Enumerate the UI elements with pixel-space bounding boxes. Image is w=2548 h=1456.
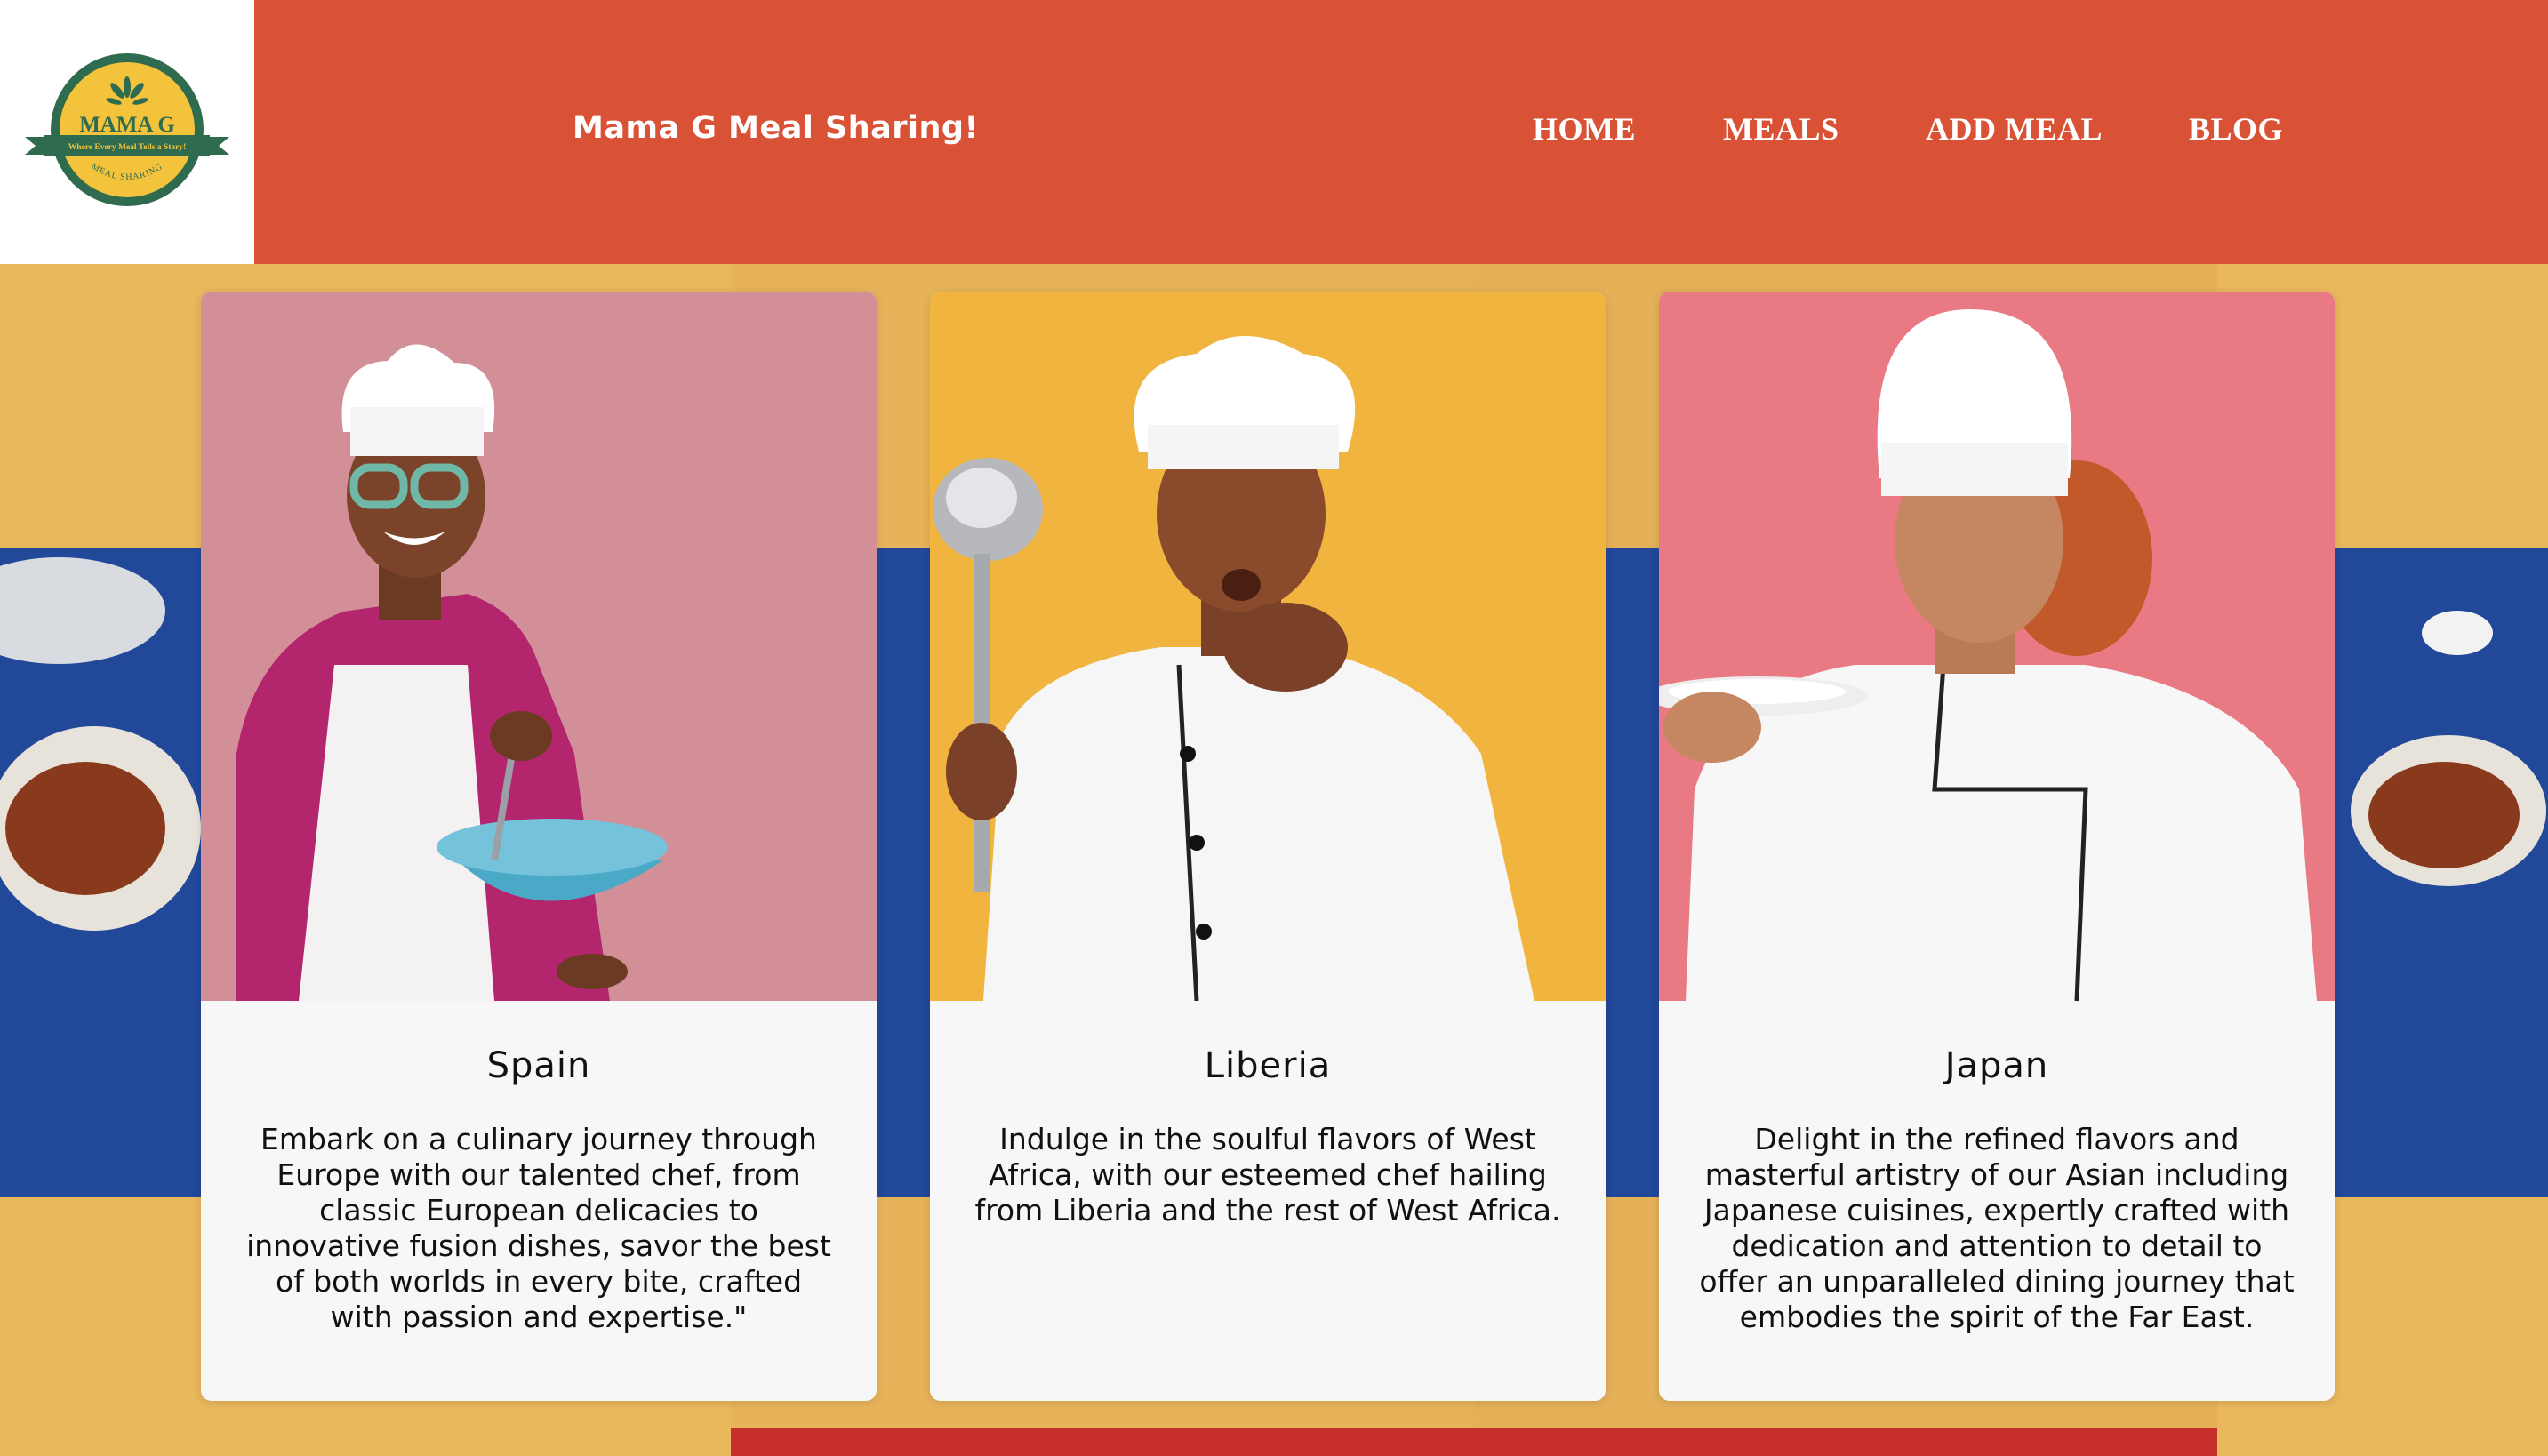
chef-photo-japan — [1659, 292, 2335, 1001]
chef-card-liberia[interactable]: Liberia Indulge in the soulful flavors o… — [930, 292, 1606, 1401]
nav-meals-link[interactable]: MEALS — [1723, 110, 1839, 148]
nav-add-meal-link[interactable]: ADD MEAL — [1926, 110, 2103, 148]
card-description: Embark on a culinary journey through Eur… — [246, 1122, 831, 1334]
card-description: Indulge in the soulful flavors of West A… — [974, 1122, 1561, 1228]
nav-home-link[interactable]: HOME — [1533, 110, 1636, 148]
logo[interactable]: MAMA G Where Every Meal Tells a Story! M… — [0, 0, 254, 264]
card-title: Liberia — [1204, 1045, 1332, 1086]
card-description: Delight in the refined flavors and maste… — [1699, 1122, 2295, 1334]
card-title: Spain — [486, 1045, 591, 1086]
card-title: Japan — [1944, 1045, 2049, 1086]
site-title: Mama G Meal Sharing! — [573, 110, 979, 146]
chef-photo-liberia — [930, 292, 1606, 1001]
site-header: MAMA G Where Every Meal Tells a Story! M… — [0, 0, 2548, 264]
chef-card-spain[interactable]: Spain Embark on a culinary journey throu… — [201, 292, 877, 1401]
nav-blog-link[interactable]: BLOG — [2189, 110, 2283, 148]
svg-text:Where Every Meal Tells a Story: Where Every Meal Tells a Story! — [68, 143, 187, 152]
logo-emblem-icon: MAMA G Where Every Meal Tells a Story! M… — [25, 53, 229, 206]
chef-photo-spain — [201, 292, 877, 1001]
chef-card-japan[interactable]: Japan Delight in the refined flavors and… — [1659, 292, 2335, 1401]
svg-text:MAMA G: MAMA G — [79, 113, 175, 137]
